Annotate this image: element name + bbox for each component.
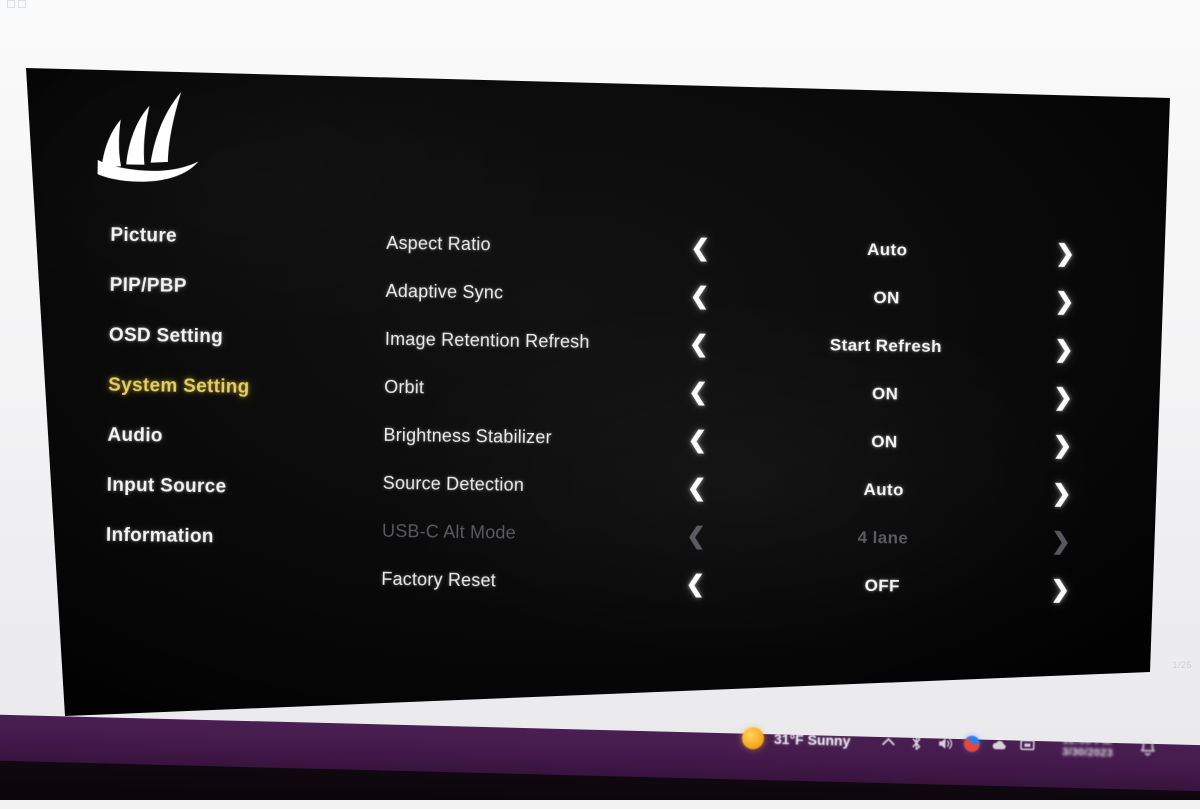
onedrive-cloud-icon[interactable] xyxy=(991,736,1008,753)
setting-value[interactable]: ON xyxy=(743,430,1025,454)
chevron-left-icon: ❮ xyxy=(686,521,706,549)
setting-row-factory-reset: Factory Reset ❮ OFF ❯ xyxy=(381,555,1098,614)
setting-label: Source Detection xyxy=(382,472,525,495)
weather-widget-label[interactable]: 31°F Sunny xyxy=(774,731,851,749)
sidebar-item-pip-pbp[interactable]: PIP/PBP xyxy=(109,261,360,315)
setting-label: Factory Reset xyxy=(381,568,497,590)
setting-label: USB-C Alt Mode xyxy=(381,520,517,543)
chevron-right-icon: ❯ xyxy=(1051,527,1071,554)
chevron-up-icon[interactable] xyxy=(880,733,897,750)
chevron-left-icon[interactable]: ❮ xyxy=(649,570,741,596)
setting-label: Aspect Ratio xyxy=(386,232,491,254)
sidebar-item-osd-setting[interactable]: OSD Setting xyxy=(109,311,360,365)
sidebar-item-audio[interactable]: Audio xyxy=(107,411,358,465)
chevron-left-icon[interactable]: ❮ xyxy=(651,426,743,452)
notification-bell-icon[interactable] xyxy=(1137,737,1160,760)
chevron-right-icon[interactable]: ❯ xyxy=(1027,287,1101,313)
chevron-left-icon[interactable]: ❮ xyxy=(653,330,745,356)
wall-marking: 1/25 xyxy=(1172,660,1192,670)
chevron-left-icon[interactable]: ❮ xyxy=(654,234,746,260)
setting-label: Image Retention Refresh xyxy=(384,328,590,352)
chevron-left-icon[interactable]: ❮ xyxy=(653,282,745,308)
desktop-text-fragment: ◻◻ xyxy=(6,0,28,10)
setting-value[interactable]: Auto xyxy=(743,478,1025,502)
system-setting-list: Aspect Ratio ❮ Auto ❯ Adaptive Sync ❮ ON… xyxy=(381,219,1103,614)
setting-value[interactable]: ON xyxy=(744,382,1026,406)
setting-value: 4 lane xyxy=(857,527,909,548)
photo-backdrop: ◻◻ 1/25 Picture PIP/PBP OSD Setting Syst… xyxy=(0,0,1200,800)
chrome-icon[interactable] xyxy=(964,735,981,753)
sun-icon xyxy=(741,727,765,750)
sidebar-item-system-setting[interactable]: System Setting xyxy=(108,361,359,415)
sidebar-item-input-source[interactable]: Input Source xyxy=(106,461,357,515)
setting-value[interactable]: ON xyxy=(745,286,1027,310)
volume-icon[interactable] xyxy=(936,734,953,751)
chevron-right-icon[interactable]: ❯ xyxy=(1025,431,1099,457)
chevron-right-icon[interactable]: ❯ xyxy=(1025,479,1099,505)
bluetooth-icon[interactable] xyxy=(908,734,925,751)
tray-icon-group xyxy=(880,733,1036,754)
chevron-right-icon[interactable]: ❯ xyxy=(1023,575,1097,601)
chevron-right-icon[interactable]: ❯ xyxy=(1028,239,1102,265)
osd-menu: Picture PIP/PBP OSD Setting System Setti… xyxy=(26,68,1170,716)
windows-taskbar: 31°F Sunny 12:38 PM 3/30/2023 xyxy=(0,700,1200,800)
chevron-right-icon[interactable]: ❯ xyxy=(1027,335,1101,361)
setting-value[interactable]: Start Refresh xyxy=(745,334,1027,358)
setting-value[interactable]: OFF xyxy=(741,574,1023,598)
setting-label: Brightness Stabilizer xyxy=(383,424,552,447)
chevron-left-icon[interactable]: ❮ xyxy=(652,378,744,404)
display-icon[interactable] xyxy=(1019,737,1036,754)
setting-label: Orbit xyxy=(384,376,425,397)
monitor-screen: Picture PIP/PBP OSD Setting System Setti… xyxy=(26,68,1170,716)
osd-sidebar: Picture PIP/PBP OSD Setting System Setti… xyxy=(106,211,361,565)
chevron-right-icon[interactable]: ❯ xyxy=(1026,383,1100,409)
sidebar-item-information[interactable]: Information xyxy=(106,511,357,565)
chevron-left-icon[interactable]: ❮ xyxy=(651,474,743,500)
setting-label: Adaptive Sync xyxy=(385,280,504,303)
setting-value[interactable]: Auto xyxy=(746,238,1028,262)
sidebar-item-picture[interactable]: Picture xyxy=(110,211,361,265)
corsair-sails-logo xyxy=(81,80,205,194)
clock-date: 3/30/2023 xyxy=(1062,746,1114,760)
taskbar-clock[interactable]: 12:38 PM 3/30/2023 xyxy=(1062,734,1113,760)
